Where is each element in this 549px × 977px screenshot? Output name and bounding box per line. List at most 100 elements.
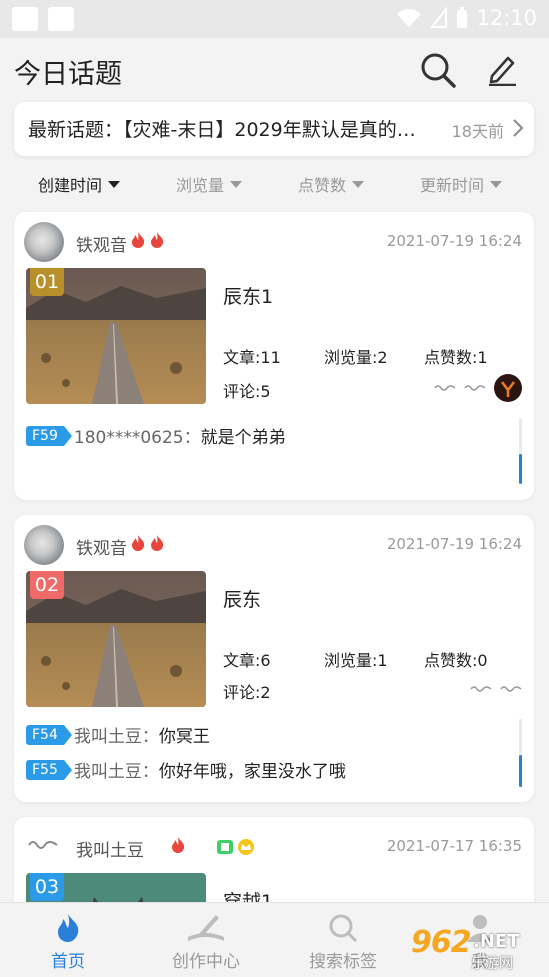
reply-row[interactable]: F55 我叫土豆：你好年哦，家里没水了哦 <box>26 757 346 782</box>
reply-user: 我叫土豆： <box>73 727 159 747</box>
signal-icon <box>430 7 448 28</box>
stat-articles: 文章:6 <box>223 651 271 670</box>
search-icon[interactable] <box>420 52 456 88</box>
sort-label: 创建时间 <box>38 176 103 195</box>
watermark-suffix: .NET <box>473 931 520 952</box>
status-time: 12:10 <box>476 6 537 30</box>
tab-label: 首页 <box>51 952 85 972</box>
reply-row[interactable]: F59 180****0625：就是个弟弟 <box>26 423 286 448</box>
topic-date: 2021-07-19 16:24 <box>386 232 522 250</box>
flame-icon <box>132 232 145 248</box>
flame-icon <box>132 535 145 551</box>
tab-creation-center[interactable]: 创作中心 <box>146 913 266 972</box>
reply-text: 就是个弟弟 <box>200 428 286 448</box>
chevron-right-icon <box>513 119 524 137</box>
scrollbar-thumb[interactable] <box>519 454 522 484</box>
tab-label: 创作中心 <box>172 952 240 972</box>
watermark-site: 乐游网 <box>471 956 513 972</box>
stat-views: 浏览量:2 <box>324 348 388 367</box>
stat-likes: 点赞数:1 <box>424 348 488 367</box>
author-name[interactable]: 铁观音 <box>76 231 127 256</box>
sort-views[interactable]: 浏览量 <box>176 172 243 196</box>
page-title: 今日话题 <box>14 59 122 90</box>
avatar[interactable] <box>28 837 58 853</box>
topic-thumbnail[interactable]: 02 <box>26 571 206 707</box>
watermark-logo: 962 .NET 乐游网 <box>407 925 543 972</box>
flame-icon <box>151 232 164 248</box>
sort-likes[interactable]: 点赞数 <box>298 172 365 196</box>
status-notifications <box>12 7 74 31</box>
participant-avatars <box>434 374 522 402</box>
flame-icon <box>172 837 185 853</box>
avatar <box>464 385 486 391</box>
sort-label: 点赞数 <box>298 176 347 195</box>
avatar <box>470 686 492 692</box>
edit-icon[interactable] <box>486 52 518 86</box>
stat-comments: 评论:2 <box>223 683 271 702</box>
crown-badge-icon <box>238 839 254 855</box>
app-header: 今日话题 <box>0 38 549 100</box>
tab-home[interactable]: 首页 <box>8 913 128 972</box>
replies-scrollbar[interactable] <box>519 719 522 787</box>
topic-card[interactable]: 铁观音 2021-07-19 16:24 01 辰东1 文章:11 浏览量:2 … <box>14 212 534 500</box>
floor-badge: F59 <box>26 425 72 446</box>
caret-down-icon <box>490 180 503 188</box>
avatar <box>434 385 456 391</box>
battery-badge-icon <box>217 840 233 854</box>
sort-label: 浏览量 <box>176 176 225 195</box>
participant-avatars <box>470 685 522 693</box>
battery-icon <box>457 7 468 28</box>
sort-bar: 创建时间 浏览量 点赞数 更新时间 <box>0 168 549 200</box>
caret-down-icon <box>108 180 121 188</box>
sort-update-time[interactable]: 更新时间 <box>420 172 503 196</box>
reply-user: 我叫土豆： <box>73 762 159 782</box>
sort-label: 更新时间 <box>420 176 485 195</box>
author-name[interactable]: 铁观音 <box>76 534 127 559</box>
level-badges <box>216 838 255 856</box>
tab-label: 搜索标签 <box>309 952 377 972</box>
rank-badge: 01 <box>30 268 64 296</box>
wifi-icon <box>397 9 422 27</box>
topic-thumbnail[interactable]: 01 <box>26 268 206 404</box>
flame-icon <box>151 535 164 551</box>
stat-views: 浏览量:1 <box>324 651 388 670</box>
author-name[interactable]: 我叫土豆 <box>76 836 144 861</box>
avatar[interactable] <box>24 222 64 262</box>
caret-down-icon <box>352 180 365 188</box>
status-indicators: 12:10 <box>396 6 537 30</box>
sort-create-time[interactable]: 创建时间 <box>38 172 121 196</box>
tab-search-tags[interactable]: 搜索标签 <box>283 913 403 972</box>
search-icon <box>329 914 358 943</box>
topic-date: 2021-07-17 16:35 <box>386 837 522 855</box>
hot-badges <box>130 231 165 249</box>
latest-topic-banner[interactable]: 最新话题：【灾难-末日】2029年默认是真的… 18天前 <box>14 102 534 156</box>
floor-badge: F54 <box>26 724 72 745</box>
topic-card[interactable]: 铁观音 2021-07-19 16:24 02 辰东 文章:6 浏览量:1 点赞… <box>14 515 534 802</box>
reply-text: 你冥王 <box>158 727 210 747</box>
stat-comments: 评论:5 <box>223 382 271 401</box>
rank-badge: 02 <box>30 571 64 599</box>
stat-articles: 文章:11 <box>223 348 281 367</box>
avatar <box>500 686 522 692</box>
caret-down-icon <box>230 180 243 188</box>
avatar <box>494 374 522 402</box>
hot-badges <box>130 534 165 552</box>
replies-scrollbar[interactable] <box>519 418 522 484</box>
topic-date: 2021-07-19 16:24 <box>386 535 522 553</box>
hot-badges <box>170 836 186 854</box>
latest-topic-text: 最新话题：【灾难-末日】2029年默认是真的… <box>28 119 416 141</box>
flame-icon <box>58 914 79 942</box>
reply-row[interactable]: F54 我叫土豆：你冥王 <box>26 722 210 747</box>
notification-icon <box>12 7 38 31</box>
topic-title: 辰东1 <box>223 286 274 308</box>
scrollbar-thumb[interactable] <box>519 755 522 787</box>
quill-book-icon <box>188 915 224 941</box>
watermark-number: 962 <box>411 925 472 960</box>
avatar[interactable] <box>24 525 64 565</box>
floor-badge: F55 <box>26 759 72 780</box>
notification-icon <box>48 7 74 31</box>
status-bar: 12:10 <box>0 0 549 38</box>
latest-topic-time: 18天前 <box>451 122 504 141</box>
reply-user: 180****0625： <box>73 428 201 448</box>
topic-title: 辰东 <box>223 589 262 611</box>
